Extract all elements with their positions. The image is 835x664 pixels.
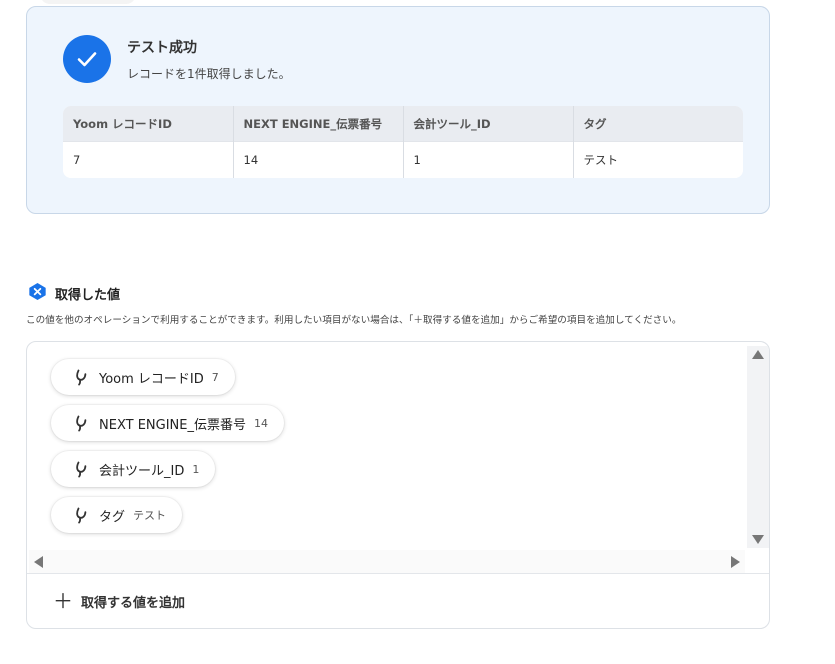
value-chip[interactable]: タグ テスト <box>51 497 183 533</box>
value-chip[interactable]: 会計ツール_ID 1 <box>51 451 216 487</box>
scroll-down-arrow-icon[interactable] <box>752 535 764 544</box>
table-header-cell: NEXT ENGINE_伝票番号 <box>233 106 404 142</box>
value-chip-value: 1 <box>192 462 200 476</box>
value-chip-value: 7 <box>211 370 219 384</box>
horizontal-scrollbar[interactable] <box>29 550 745 574</box>
test-result-card: テスト成功 レコードを1件取得しました。 Yoom レコードID NEXT EN… <box>26 6 770 214</box>
scroll-right-arrow-icon[interactable] <box>731 556 740 568</box>
table-cell: テスト <box>573 141 743 178</box>
plus-icon: ＋ <box>53 588 73 613</box>
section-header: 取得した値 <box>28 282 120 305</box>
result-title: テスト成功 <box>127 40 197 56</box>
table-cell: 14 <box>233 141 404 178</box>
value-chip-value: テスト <box>133 509 167 522</box>
value-chip-label: 会計ツール_ID <box>99 463 185 479</box>
variable-badge-icon <box>28 282 47 305</box>
scroll-left-arrow-icon[interactable] <box>34 556 43 568</box>
section-title: 取得した値 <box>55 288 121 303</box>
value-chip-label: タグ <box>99 509 126 525</box>
table-row: 7 14 1 テスト <box>63 141 743 178</box>
values-panel: Yoom レコードID 7 NEXT ENGINE_伝票番号 14 会計ツール_… <box>26 341 770 629</box>
table-header-cell: タグ <box>573 106 743 142</box>
value-chip-value: 14 <box>253 416 268 430</box>
table-cell: 7 <box>63 141 234 178</box>
previous-card-fragment <box>40 0 136 4</box>
variable-icon <box>73 460 89 478</box>
variable-icon <box>73 368 89 386</box>
value-chip[interactable]: NEXT ENGINE_伝票番号 14 <box>51 405 284 441</box>
values-list[interactable]: Yoom レコードID 7 NEXT ENGINE_伝票番号 14 会計ツール_… <box>27 342 769 574</box>
table-header-row: Yoom レコードID NEXT ENGINE_伝票番号 会計ツール_ID タグ <box>63 106 743 142</box>
value-chip-label: NEXT ENGINE_伝票番号 <box>99 417 246 433</box>
table-cell: 1 <box>403 141 574 178</box>
variable-icon <box>73 506 89 524</box>
scroll-up-arrow-icon[interactable] <box>752 350 764 359</box>
variable-icon <box>73 414 89 432</box>
result-subtitle: レコードを1件取得しました。 <box>127 67 291 81</box>
vertical-scrollbar[interactable] <box>747 346 769 548</box>
value-chip[interactable]: Yoom レコードID 7 <box>51 359 235 395</box>
result-table: Yoom レコードID NEXT ENGINE_伝票番号 会計ツール_ID タグ… <box>63 106 743 178</box>
check-circle-icon <box>63 35 111 83</box>
value-chip-label: Yoom レコードID <box>99 371 204 387</box>
add-value-label: 取得する値を追加 <box>81 596 186 611</box>
add-value-button[interactable]: ＋ 取得する値を追加 <box>27 573 769 628</box>
table-header-cell: Yoom レコードID <box>63 106 234 142</box>
section-description: この値を他のオペレーションで利用することができます。利用したい項目がない場合は、… <box>26 315 682 326</box>
table-header-cell: 会計ツール_ID <box>403 106 574 142</box>
